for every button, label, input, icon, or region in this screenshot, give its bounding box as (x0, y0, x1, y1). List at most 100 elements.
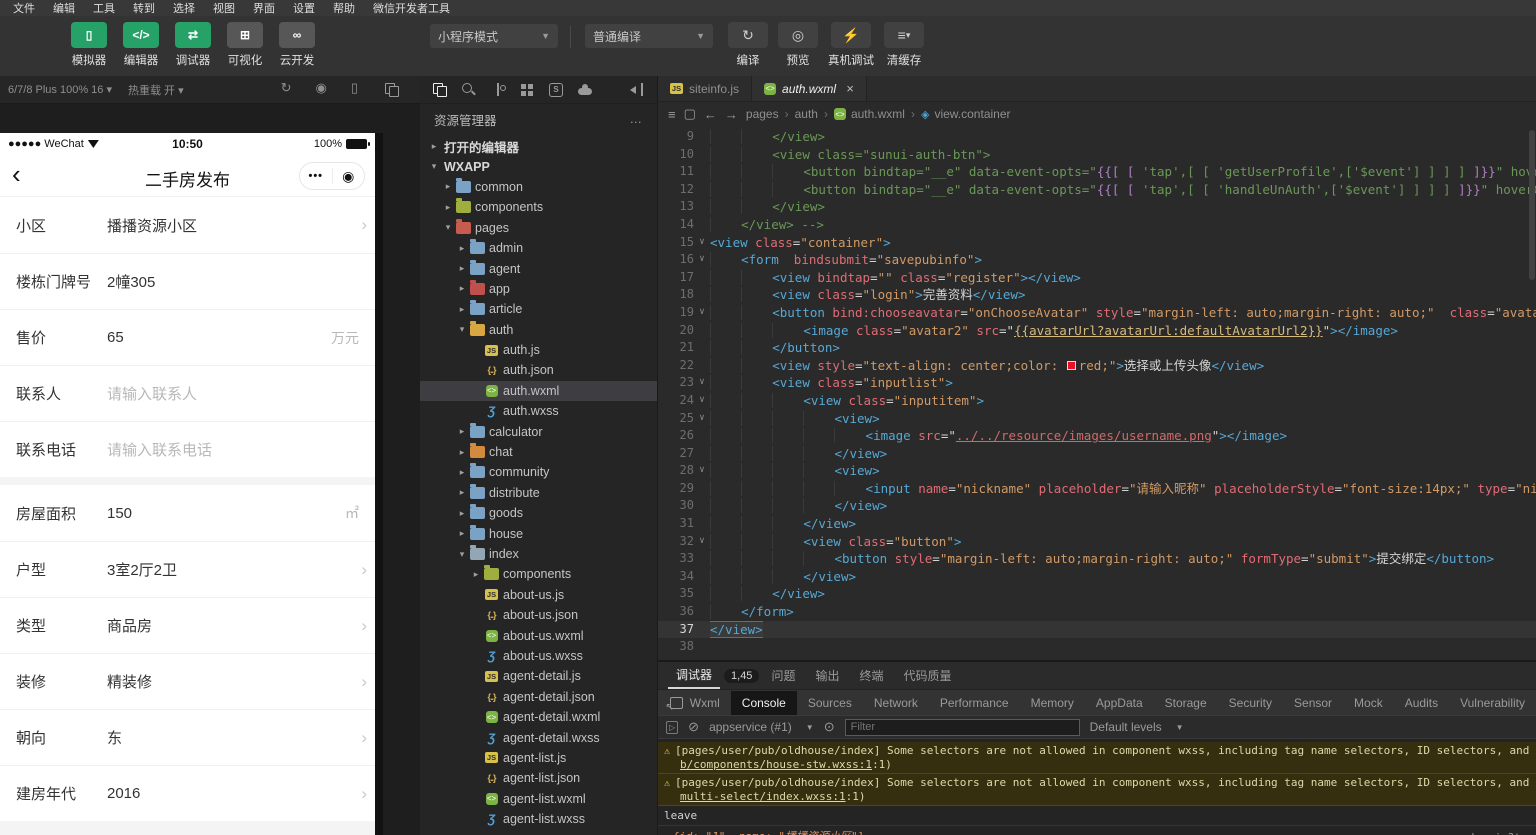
log-level-select[interactable]: Default levels ▼ (1090, 720, 1184, 734)
menubar-item-界面[interactable]: 界面 (244, 0, 284, 16)
form-row-装修[interactable]: 装修精装修› (0, 653, 375, 709)
more-menu-button[interactable]: ••• (300, 170, 332, 182)
form-row-户型[interactable]: 户型3室2厅2卫› (0, 541, 375, 597)
清缓存-button[interactable]: ≡ ▾清缓存 (884, 22, 924, 68)
tree-item-WXAPP[interactable]: ▾WXAPP (420, 156, 657, 176)
tree-item-agent-list.json[interactable]: {..}agent-list.json (420, 768, 657, 788)
tree-item-agent-detail.wxml[interactable]: <>agent-detail.wxml (420, 707, 657, 727)
预览-button[interactable]: ◎预览 (778, 22, 818, 68)
breadcrumb-item-pages[interactable]: pages (746, 107, 779, 121)
tree-item-index[interactable]: ▾index (420, 544, 657, 564)
debug-tab-问题[interactable]: 问题 (763, 663, 803, 688)
tree-item-about-us.wxml[interactable]: <>about-us.wxml (420, 625, 657, 645)
真机调试-button[interactable]: ⚡真机调试 (828, 22, 874, 68)
fold-icon[interactable]: ∨ (694, 251, 710, 269)
source-file-link[interactable]: vendor.js?t=w (1448, 829, 1534, 835)
refresh-icon[interactable]: ↻ (281, 80, 292, 100)
menubar-item-设置[interactable]: 设置 (284, 0, 324, 16)
code-editor[interactable]: 9 </view>10 <view class="sunui-auth-btn"… (658, 126, 1536, 660)
compile-select[interactable]: 普通编译 ▼ (585, 24, 713, 48)
explorer-icon[interactable] (430, 80, 450, 100)
tree-item-app[interactable]: ▸app (420, 279, 657, 299)
devtools-tab-Sources[interactable]: Sources (797, 691, 863, 715)
phone-icon[interactable]: ▯ (351, 80, 358, 100)
form-row-联系人[interactable]: 联系人请输入联系人 (0, 365, 375, 421)
devtools-tab-AppData[interactable]: AppData (1085, 691, 1154, 715)
tree-item-auth.json[interactable]: {..}auth.json (420, 360, 657, 380)
menubar-item-工具[interactable]: 工具 (84, 0, 124, 16)
cloud-icon[interactable] (575, 80, 595, 100)
editor-scrollbar[interactable] (1527, 126, 1536, 660)
debug-tab-输出[interactable]: 输出 (807, 663, 847, 688)
phone-scrollbar[interactable] (375, 133, 383, 835)
outline-icon[interactable]: ≡ (668, 107, 676, 122)
云开发-toggle-button[interactable]: ∞云开发 (276, 22, 318, 68)
breadcrumb-item-auth.wxml[interactable]: <>auth.wxml (834, 107, 905, 121)
tree-item-article[interactable]: ▸article (420, 299, 657, 319)
form-row-楼栋门牌号[interactable]: 楼栋门牌号2幢305 (0, 253, 375, 309)
tab-siteinfo.js[interactable]: JSsiteinfo.js (658, 76, 752, 101)
npm-icon[interactable]: S (546, 80, 566, 100)
tree-item-about-us.wxss[interactable]: Ʒabout-us.wxss (420, 646, 657, 666)
tree-item-chat[interactable]: ▸chat (420, 442, 657, 462)
tree-item-distribute[interactable]: ▸distribute (420, 483, 657, 503)
close-icon[interactable]: × (846, 81, 854, 96)
devtools-tab-Network[interactable]: Network (863, 691, 929, 715)
form-row-朝向[interactable]: 朝向东› (0, 709, 375, 765)
tree-item-agent-list.js[interactable]: JSagent-list.js (420, 748, 657, 768)
menubar-item-转到[interactable]: 转到 (124, 0, 164, 16)
eye-icon[interactable]: ⊙ (824, 719, 835, 735)
context-select[interactable]: appservice (#1) ▼ (709, 720, 814, 734)
tree-item-agent-detail.js[interactable]: JSagent-detail.js (420, 666, 657, 686)
可视化-toggle-button[interactable]: ⊞可视化 (224, 22, 266, 68)
fold-icon[interactable]: ∨ (694, 374, 710, 392)
devtools-tab-Performance[interactable]: Performance (929, 691, 1020, 715)
close-mini-program-button[interactable]: ◉ (333, 168, 365, 185)
fold-icon[interactable]: ∨ (694, 462, 710, 480)
tree-item-打开的编辑器[interactable]: ▸打开的编辑器 (420, 136, 657, 156)
tree-item-house[interactable]: ▸house (420, 523, 657, 543)
tab-auth.wxml[interactable]: <>auth.wxml× (752, 76, 867, 101)
devtools-tab-Console[interactable]: Console (731, 691, 797, 715)
devtools-tab-Mock[interactable]: Mock (1343, 691, 1394, 715)
inspect-icon[interactable] (666, 693, 675, 713)
record-icon[interactable]: ◉ (316, 80, 327, 100)
back-arrow-icon[interactable]: ← (704, 107, 717, 122)
tree-item-agent-detail.wxss[interactable]: Ʒagent-detail.wxss (420, 727, 657, 747)
form-row-联系电话[interactable]: 联系电话请输入联系电话 (0, 421, 375, 477)
fold-icon[interactable]: ∨ (694, 234, 710, 252)
menubar-item-编辑[interactable]: 编辑 (44, 0, 84, 16)
devtools-tab-Storage[interactable]: Storage (1154, 691, 1218, 715)
devtools-tab-Sensor[interactable]: Sensor (1283, 691, 1343, 715)
device-select[interactable]: 6/7/8 Plus 100% 16 ▾ (0, 83, 120, 96)
mode-select[interactable]: 小程序模式 ▼ (430, 24, 558, 48)
tree-item-community[interactable]: ▸community (420, 462, 657, 482)
tree-item-auth.js[interactable]: JSauth.js (420, 340, 657, 360)
tree-item-about-us.js[interactable]: JSabout-us.js (420, 585, 657, 605)
tree-item-about-us.json[interactable]: {..}about-us.json (420, 605, 657, 625)
tree-item-auth.wxml[interactable]: <>auth.wxml (420, 381, 657, 401)
step-icon[interactable]: ▷ (666, 721, 678, 734)
extensions-icon[interactable] (517, 80, 537, 100)
source-control-icon[interactable] (488, 80, 508, 100)
devtools-tab-Wxml[interactable]: Wxml (679, 691, 731, 715)
调试器-toggle-button[interactable]: ⇄调试器 (172, 22, 214, 68)
devtools-tab-Memory[interactable]: Memory (1020, 691, 1085, 715)
form-row-小区[interactable]: 小区播播资源小区› (0, 197, 375, 253)
tree-item-auth.wxss[interactable]: Ʒauth.wxss (420, 401, 657, 421)
编译-button[interactable]: ↻编译 (728, 22, 768, 68)
tree-item-auth[interactable]: ▾auth (420, 320, 657, 340)
tree-item-agent-list.wxml[interactable]: <>agent-list.wxml (420, 789, 657, 809)
more-actions-icon[interactable]: … (630, 112, 644, 126)
devtools-tab-Security[interactable]: Security (1218, 691, 1283, 715)
fold-icon[interactable]: ∨ (694, 533, 710, 551)
tree-item-components[interactable]: ▸components (420, 197, 657, 217)
console-filter-input[interactable] (845, 719, 1080, 736)
search-icon[interactable] (459, 80, 479, 100)
form-row-类型[interactable]: 类型商品房› (0, 597, 375, 653)
debug-tab-代码质量[interactable]: 代码质量 (895, 663, 959, 688)
debug-tab-调试器[interactable]: 调试器 (668, 662, 720, 689)
bookmark-icon[interactable]: ▢ (684, 106, 696, 122)
menubar-item-选择[interactable]: 选择 (164, 0, 204, 16)
windows-icon[interactable] (382, 80, 402, 100)
